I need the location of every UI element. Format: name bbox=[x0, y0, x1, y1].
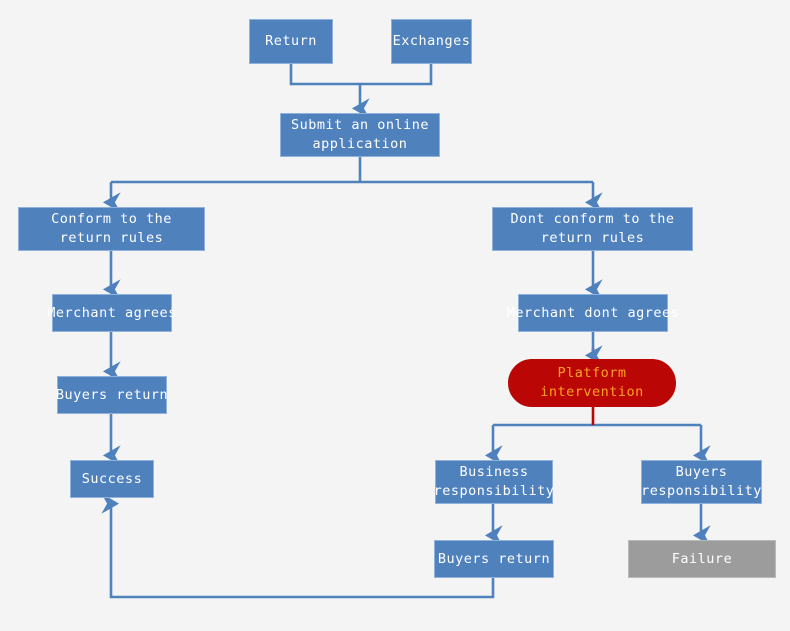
node-submit-label: Submit an online application bbox=[290, 117, 430, 152]
node-failure[interactable]: Failure bbox=[628, 540, 776, 578]
node-business-responsibility[interactable]: Business responsibility bbox=[433, 460, 555, 504]
flowchart-canvas: Return Exchanges Submit an online applic… bbox=[0, 0, 790, 631]
node-buyers-return-left-label: Buyers return bbox=[55, 386, 169, 403]
node-exchanges[interactable]: Exchanges bbox=[391, 19, 472, 64]
edge-return-to-junction bbox=[289, 64, 360, 86]
node-merchant-agrees-label: Merchant agrees bbox=[47, 304, 177, 321]
node-return-label: Return bbox=[265, 33, 317, 49]
node-merchant-dont-agrees-label: Merchant dont agrees bbox=[506, 304, 680, 321]
node-buyers-responsibility[interactable]: Buyers responsibility bbox=[641, 460, 762, 504]
node-submit-online-application[interactable]: Submit an online application bbox=[280, 113, 440, 157]
node-conform-to-return-rules[interactable]: Conform to the return rules bbox=[18, 207, 205, 251]
node-buyers-return-bottom-label: Buyers return bbox=[437, 550, 551, 567]
node-success-label: Success bbox=[81, 470, 143, 487]
node-platform-intervention[interactable]: Platform intervention bbox=[508, 359, 676, 407]
node-failure-label: Failure bbox=[671, 550, 733, 567]
node-platform-intervention-label: Platform intervention bbox=[540, 365, 644, 400]
node-buyers-return-bottom[interactable]: Buyers return bbox=[434, 540, 554, 578]
node-merchant-dont-agrees[interactable]: Merchant dont agrees bbox=[507, 294, 679, 332]
node-business-responsibility-label: Business responsibility bbox=[433, 464, 555, 499]
node-conform-label: Conform to the return rules bbox=[51, 211, 172, 246]
node-dont-conform-label: Dont conform to the return rules bbox=[510, 211, 675, 246]
node-return[interactable]: Return bbox=[249, 19, 333, 64]
node-success[interactable]: Success bbox=[70, 460, 154, 498]
edge-exchanges-to-junction bbox=[360, 64, 433, 86]
node-exchanges-label: Exchanges bbox=[392, 33, 471, 49]
node-merchant-agrees[interactable]: Merchant agrees bbox=[47, 294, 176, 332]
node-dont-conform-to-return-rules[interactable]: Dont conform to the return rules bbox=[492, 207, 693, 251]
node-buyers-responsibility-label: Buyers responsibility bbox=[641, 464, 762, 499]
node-buyers-return-left[interactable]: Buyers return bbox=[55, 376, 169, 414]
